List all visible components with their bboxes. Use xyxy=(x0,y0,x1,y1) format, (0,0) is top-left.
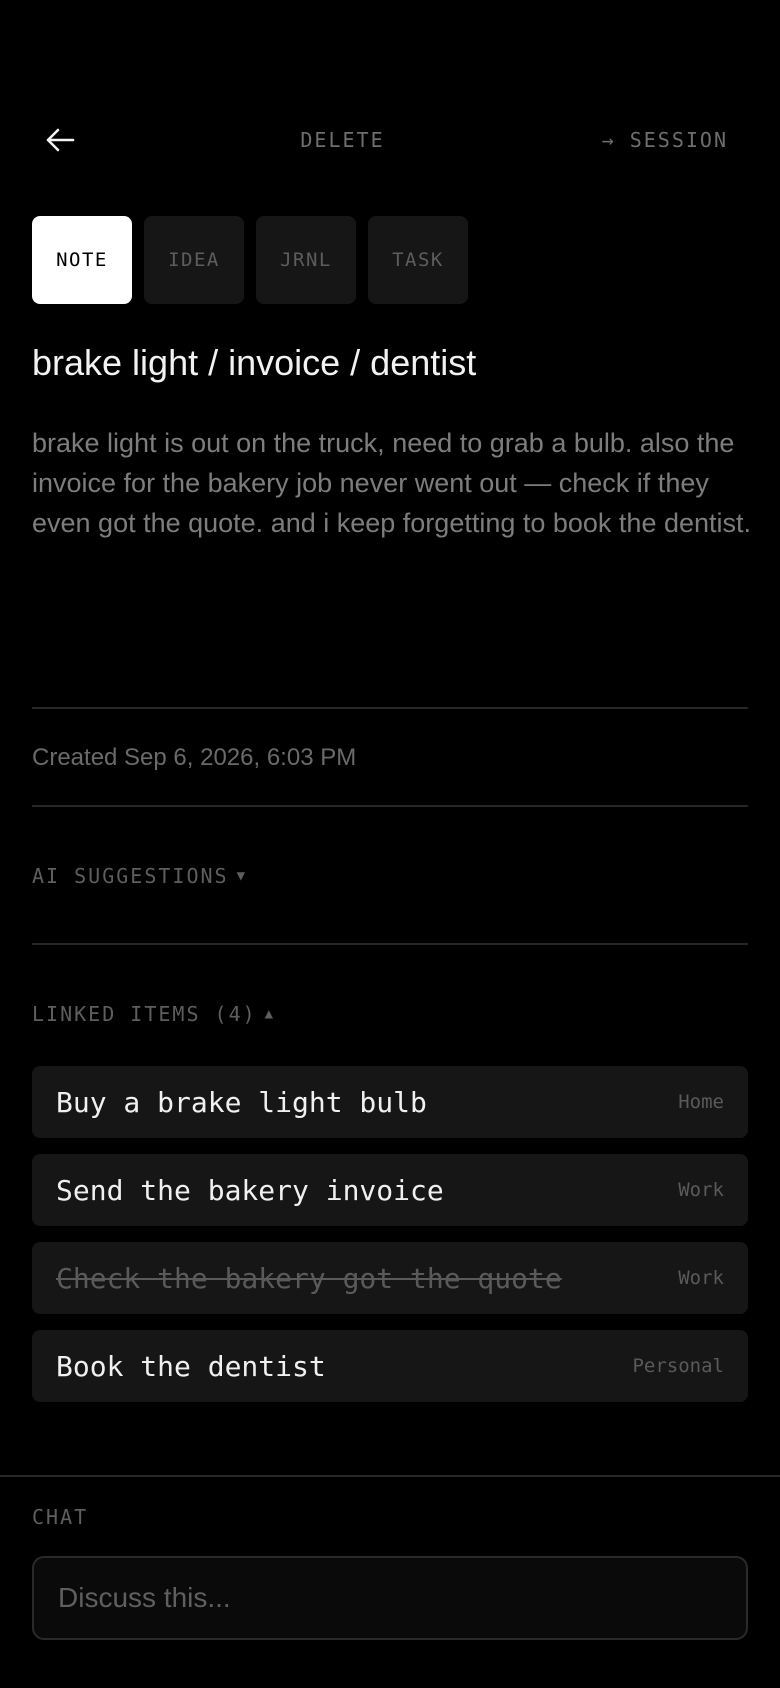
linked-item-tag: Work xyxy=(678,1267,724,1289)
linked-item-tag: Work xyxy=(678,1179,724,1201)
note-title[interactable]: brake light / invoice / dentist xyxy=(32,340,748,386)
chat-input[interactable] xyxy=(32,1556,748,1640)
tab-idea[interactable]: IDEA xyxy=(144,216,244,304)
linked-item[interactable]: Book the dentist Personal xyxy=(32,1330,748,1402)
linked-items-toggle[interactable]: LINKED ITEMS (4) ▲ xyxy=(32,1002,275,1026)
top-bar: DELETE → SESSION xyxy=(0,108,780,172)
divider xyxy=(0,1475,780,1477)
linked-item[interactable]: Buy a brake light bulb Home xyxy=(32,1066,748,1138)
linked-item-tag: Home xyxy=(678,1091,724,1113)
linked-item-label: Check the bakery got the quote xyxy=(56,1261,562,1295)
ai-suggestions-toggle[interactable]: AI SUGGESTIONS ▼ xyxy=(32,864,247,888)
linked-item-label: Buy a brake light bulb xyxy=(56,1085,427,1119)
divider xyxy=(32,707,748,709)
linked-item[interactable]: Send the bakery invoice Work xyxy=(32,1154,748,1226)
linked-items-label: LINKED ITEMS (4) xyxy=(32,1002,257,1026)
session-button[interactable]: → SESSION xyxy=(602,108,728,172)
caret-down-icon: ▼ xyxy=(236,868,248,884)
created-timestamp: Created Sep 6, 2026, 6:03 PM xyxy=(32,744,357,771)
caret-up-icon: ▲ xyxy=(264,1006,276,1022)
back-button[interactable] xyxy=(38,118,82,162)
linked-item-completed[interactable]: Check the bakery got the quote Work xyxy=(32,1242,748,1314)
linked-item-tag: Personal xyxy=(632,1355,724,1377)
delete-button[interactable]: DELETE xyxy=(280,108,405,172)
type-tabs: NOTE IDEA JRNL TASK xyxy=(32,216,468,304)
tab-note[interactable]: NOTE xyxy=(32,216,132,304)
note-body[interactable]: brake light is out on the truck, need to… xyxy=(32,423,752,543)
linked-item-label: Book the dentist xyxy=(56,1349,326,1383)
ai-suggestions-label: AI SUGGESTIONS xyxy=(32,864,229,888)
linked-item-label: Send the bakery invoice xyxy=(56,1173,444,1207)
tab-jrnl[interactable]: JRNL xyxy=(256,216,356,304)
linked-items-list: Buy a brake light bulb Home Send the bak… xyxy=(32,1066,748,1418)
divider xyxy=(32,943,748,945)
tab-task[interactable]: TASK xyxy=(368,216,468,304)
arrow-left-icon xyxy=(46,128,75,152)
divider xyxy=(32,805,748,807)
chat-label: CHAT xyxy=(32,1505,89,1529)
